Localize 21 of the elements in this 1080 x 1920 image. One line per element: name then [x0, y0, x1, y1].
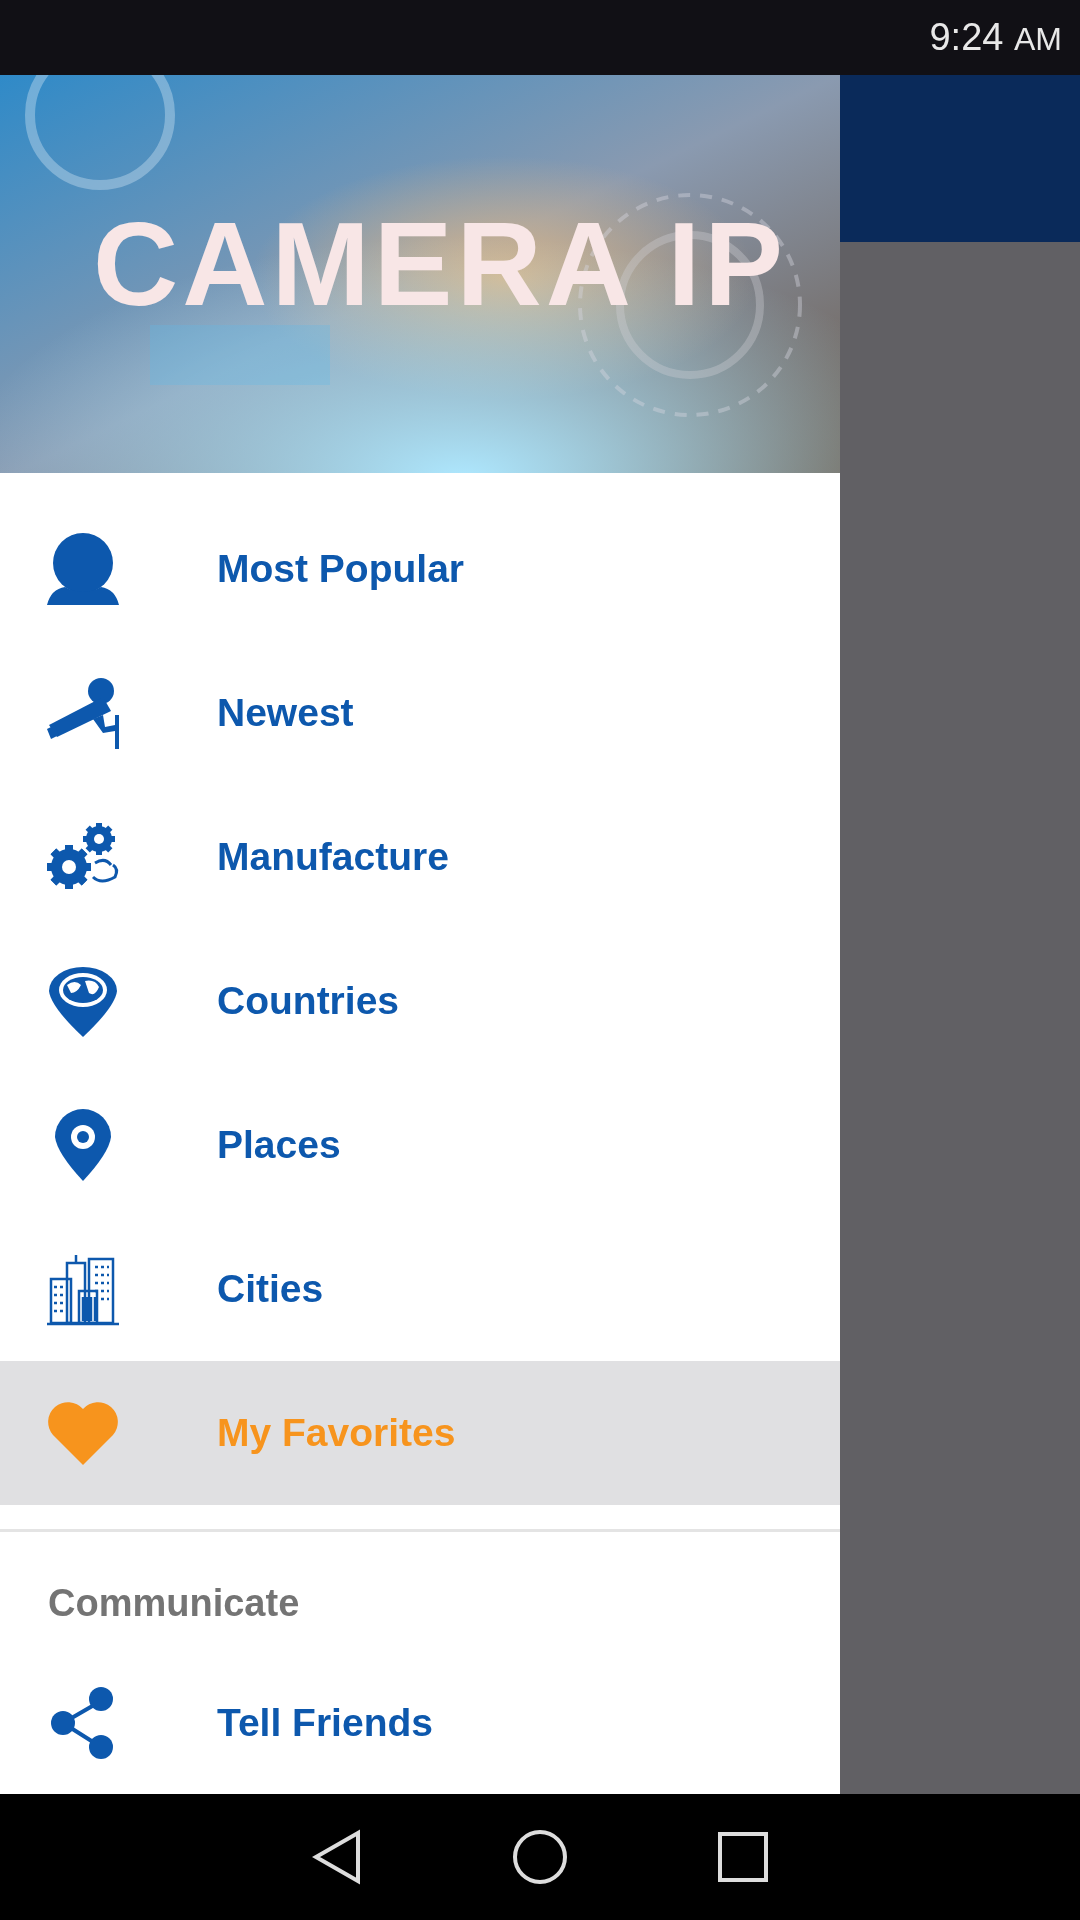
menu-item[interactable]: Most Popular	[0, 496, 840, 641]
home-icon[interactable]	[512, 1829, 568, 1885]
menu-item[interactable]: Tell Friends	[0, 1652, 840, 1794]
menu-item[interactable]: Manufacture	[0, 784, 840, 929]
menu-item-label: Countries	[217, 978, 399, 1023]
menu-item[interactable]: Countries	[0, 928, 840, 1073]
menu-item-label: My Favorites	[217, 1410, 456, 1455]
status-time: 9:24 AM	[929, 16, 1062, 59]
menu-item[interactable]: Places	[0, 1072, 840, 1217]
menu-item-label: Places	[217, 1122, 341, 1167]
menu-item-label: Newest	[217, 690, 354, 735]
menu-item-label: Tell Friends	[217, 1701, 433, 1746]
menu-item[interactable]: Cities	[0, 1216, 840, 1361]
menu-item-label: Most Popular	[217, 546, 464, 591]
recents-icon[interactable]	[718, 1832, 768, 1882]
back-icon[interactable]	[312, 1829, 362, 1885]
section-title: Communicate	[47, 1580, 301, 1626]
menu-item[interactable]: Newest	[0, 640, 840, 785]
webcam-icon	[44, 530, 121, 607]
menu-item-label: Cities	[217, 1266, 324, 1311]
menu-item-label: Manufacture	[217, 834, 449, 879]
